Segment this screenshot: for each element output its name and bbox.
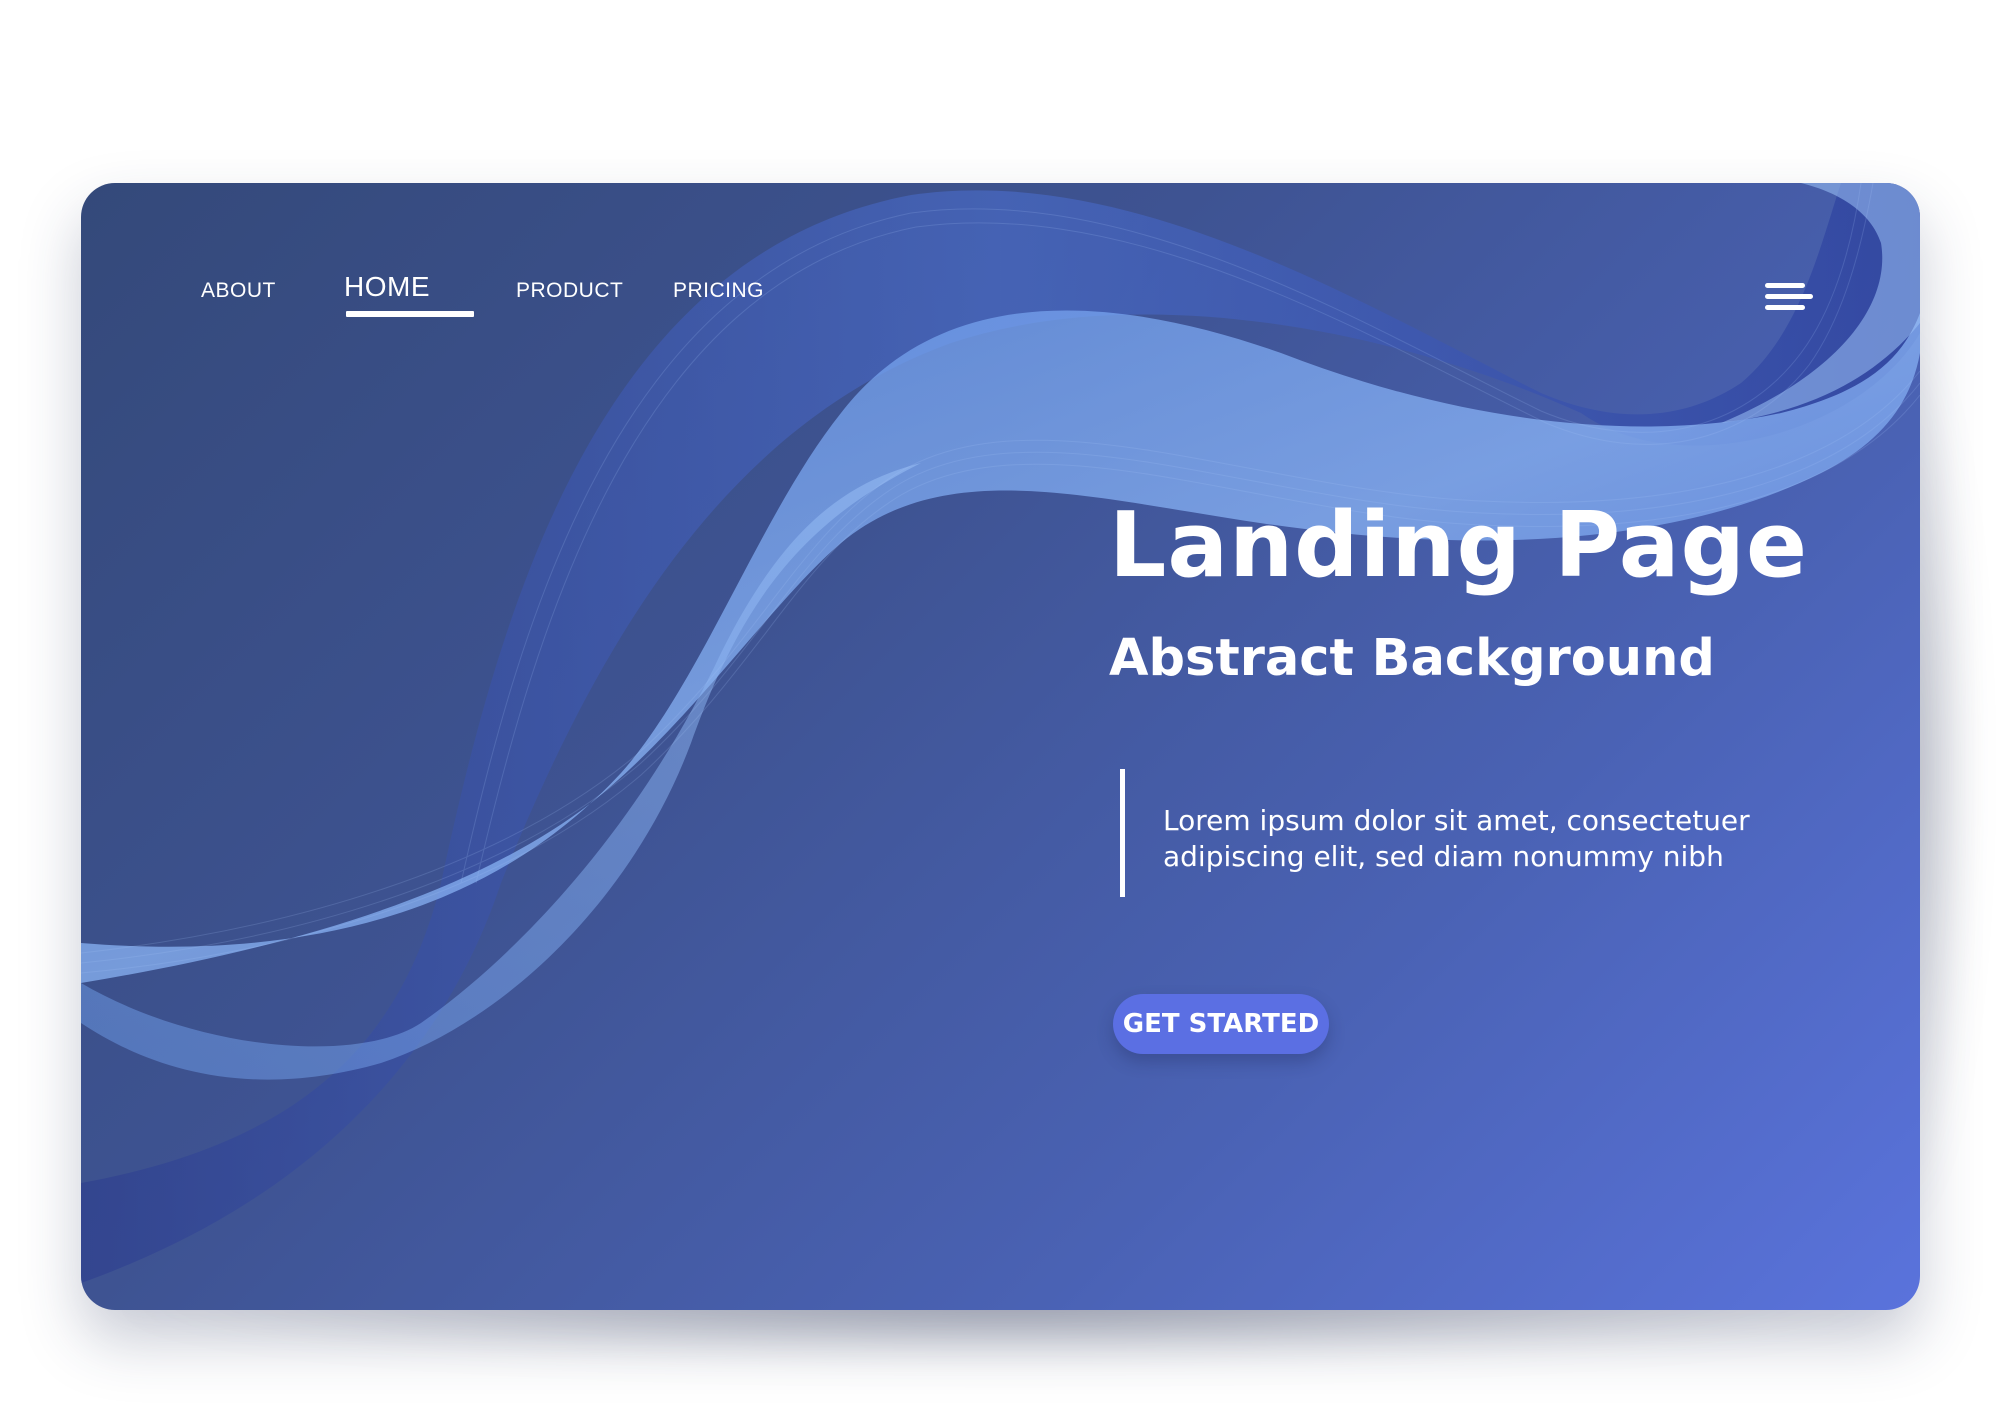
landing-card: ABOUT HOME PRODUCT PRICING Landing Page … [81,183,1920,1310]
nav-item-product[interactable]: PRODUCT [516,279,623,303]
hero-subtitle: Abstract Background [1109,629,1715,688]
top-navigation: ABOUT HOME PRODUCT PRICING [81,183,1920,317]
page: ABOUT HOME PRODUCT PRICING Landing Page … [0,0,2000,1411]
get-started-button[interactable]: GET STARTED [1113,994,1329,1054]
abstract-wave-background [81,183,1920,1283]
quote-bar [1120,769,1125,897]
nav-item-home[interactable]: HOME [344,271,430,303]
hero-title: Landing Page [1109,493,1808,598]
active-nav-indicator [346,311,474,317]
hero-body-text: Lorem ipsum dolor sit amet, consectetuer… [1163,804,1750,873]
nav-item-pricing[interactable]: PRICING [673,279,764,303]
nav-item-about[interactable]: ABOUT [201,279,276,303]
hamburger-menu-icon[interactable] [1761,273,1821,323]
